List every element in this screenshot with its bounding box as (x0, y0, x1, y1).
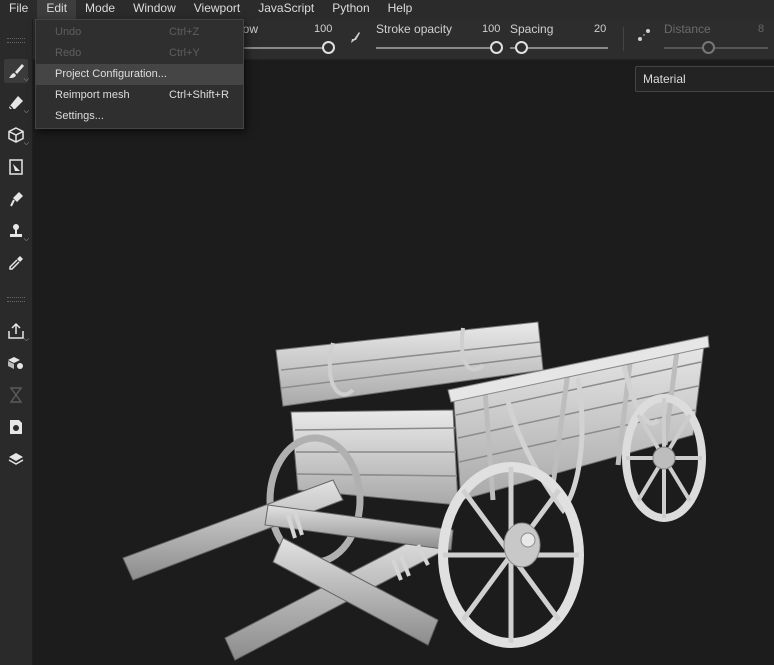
paint-brush-icon[interactable]: ⌵ (4, 59, 29, 83)
menu-edit[interactable]: Edit (37, 0, 77, 19)
menu-item-reimport-mesh[interactable]: Reimport mesh Ctrl+Shift+R (36, 85, 243, 106)
eraser-icon[interactable]: ⌵ (4, 91, 29, 115)
menu-item-settings[interactable]: Settings... (36, 106, 243, 127)
distance-value[interactable]: 8 (758, 23, 764, 35)
stroke-opacity-slider-track[interactable] (376, 47, 496, 49)
menu-python[interactable]: Python (323, 0, 378, 19)
tools-sidebar: ⌵ ⌵ ⌵ ⌵ ⌵ (0, 19, 33, 665)
flow-value[interactable]: 100 (314, 23, 332, 35)
distance-slider-handle[interactable] (702, 41, 715, 54)
spacing-value[interactable]: 20 (594, 23, 606, 35)
clone-stamp-icon[interactable]: ⌵ (4, 219, 29, 243)
menu-window[interactable]: Window (124, 0, 185, 19)
reimport-mesh-shortcut: Ctrl+Shift+R (169, 89, 229, 101)
export-icon[interactable]: ⌵ (4, 319, 29, 343)
redo-shortcut: Ctrl+Y (169, 47, 200, 59)
bake-icon[interactable] (4, 351, 28, 375)
distance-slider-track[interactable] (664, 47, 768, 49)
menu-item-undo[interactable]: Undo Ctrl+Z (36, 22, 243, 43)
undo-shortcut: Ctrl+Z (169, 26, 200, 38)
spacing-slider-handle[interactable] (515, 41, 528, 54)
flow-slider-handle[interactable] (322, 41, 335, 54)
flow-slider-track[interactable] (240, 47, 328, 49)
sidebar-grip-2[interactable] (7, 297, 25, 302)
menu-item-redo[interactable]: Redo Ctrl+Y (36, 43, 243, 64)
stroke-opacity-label: Stroke opacity (376, 22, 453, 36)
menu-bar: File Edit Mode Window Viewport JavaScrip… (0, 0, 774, 19)
toolbar-divider (623, 27, 624, 51)
projection-cube-icon[interactable]: ⌵ (4, 123, 29, 147)
document-icon[interactable] (4, 415, 28, 439)
material-select-value: Material (643, 72, 686, 86)
smudge-icon[interactable] (4, 187, 28, 211)
3d-viewport[interactable] (33, 60, 774, 665)
wagon-mesh (122, 321, 710, 661)
menu-help[interactable]: Help (379, 0, 422, 19)
menu-viewport[interactable]: Viewport (185, 0, 249, 19)
polygon-fill-icon[interactable] (4, 155, 28, 179)
reimport-mesh-label: Reimport mesh (55, 89, 130, 101)
material-select[interactable]: Material (635, 66, 774, 92)
menu-javascript[interactable]: JavaScript (249, 0, 323, 19)
settings-label: Settings... (55, 110, 104, 122)
menu-mode[interactable]: Mode (76, 0, 124, 19)
layer-stack-icon[interactable] (4, 447, 28, 471)
stroke-opacity-slider-handle[interactable] (490, 41, 503, 54)
redo-label: Redo (55, 47, 82, 59)
undo-label: Undo (55, 26, 82, 38)
sidebar-grip[interactable] (7, 38, 25, 43)
edit-menu-dropdown: Undo Ctrl+Z Redo Ctrl+Y Project Configur… (35, 19, 244, 129)
distance-mode-icon[interactable] (636, 27, 652, 46)
distance-label: Distance (664, 22, 711, 36)
project-configuration-label: Project Configuration... (55, 68, 167, 80)
brush-tip-icon (349, 31, 361, 48)
menu-item-project-configuration[interactable]: Project Configuration... (36, 64, 243, 85)
color-picker-icon[interactable] (4, 251, 28, 275)
stroke-opacity-value[interactable]: 100 (482, 23, 500, 35)
hourglass-icon (4, 383, 28, 407)
spacing-label: Spacing (510, 22, 554, 36)
menu-file[interactable]: File (0, 0, 37, 19)
